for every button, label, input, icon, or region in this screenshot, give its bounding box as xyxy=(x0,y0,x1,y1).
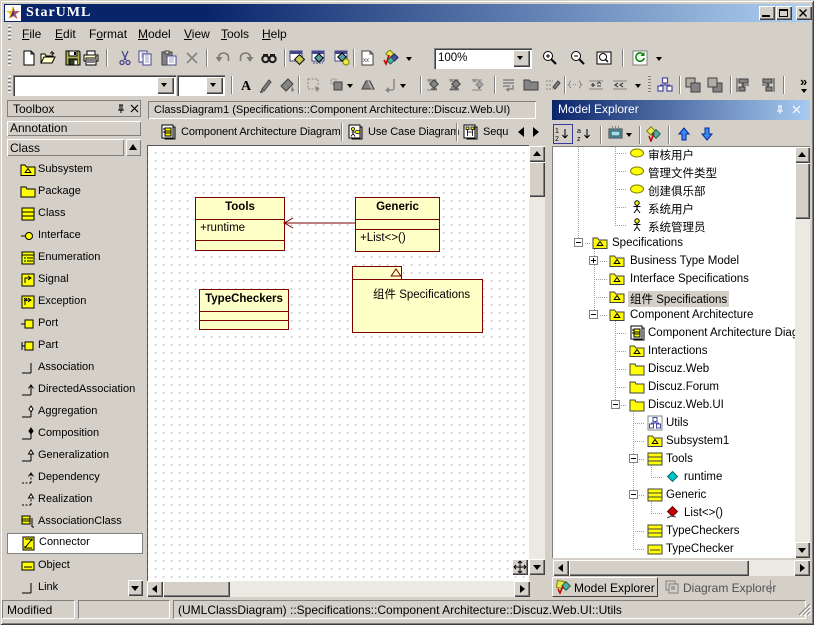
svg-text:1: 1 xyxy=(555,128,559,135)
svg-text:2: 2 xyxy=(555,136,559,142)
svg-text:A: A xyxy=(241,79,252,93)
svg-text:z: z xyxy=(577,136,581,142)
svg-text:a: a xyxy=(577,128,581,135)
svg-text:xx: xx xyxy=(363,58,369,64)
